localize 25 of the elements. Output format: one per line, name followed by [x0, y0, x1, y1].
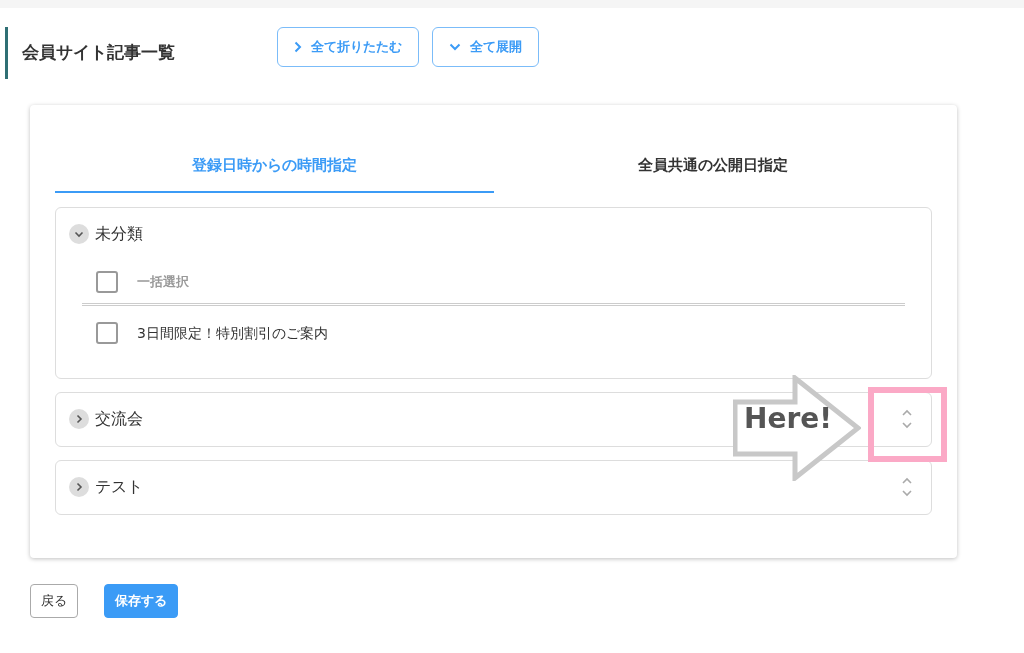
tab[interactable]: 全員共通の公開日指定: [493, 139, 932, 193]
select-all-label: 一括選択: [137, 272, 189, 291]
tab[interactable]: 登録日時からの時間指定: [55, 139, 494, 193]
page-title: 会員サイト記事一覧: [22, 41, 176, 65]
article-title: 3日間限定！特別割引のご案内: [137, 323, 328, 343]
checkbox[interactable]: [96, 322, 118, 344]
save-button[interactable]: 保存する: [104, 584, 178, 618]
category-name: 交流会: [95, 408, 143, 430]
collapse-toggle[interactable]: [69, 224, 89, 244]
chevron-down-icon: [74, 230, 84, 238]
chevron-right-icon: [75, 482, 83, 492]
chevron-right-icon: [75, 414, 83, 424]
annotation-label: Here!: [744, 405, 832, 433]
expand-toggle[interactable]: [69, 409, 89, 429]
expand-toggle[interactable]: [69, 477, 89, 497]
back-button[interactable]: 戻る: [30, 584, 78, 618]
category-name: テスト: [95, 476, 143, 498]
chevron-down-icon: [449, 43, 461, 51]
sort-handle-icon[interactable]: [901, 408, 913, 430]
toolbar-button[interactable]: 全て折りたたむ: [277, 27, 419, 67]
category-name: 未分類: [95, 223, 143, 245]
chevron-right-icon: [294, 41, 302, 53]
checkbox[interactable]: [96, 270, 118, 293]
toolbar-button[interactable]: 全て展開: [432, 27, 539, 67]
sort-handle-icon[interactable]: [901, 476, 913, 498]
